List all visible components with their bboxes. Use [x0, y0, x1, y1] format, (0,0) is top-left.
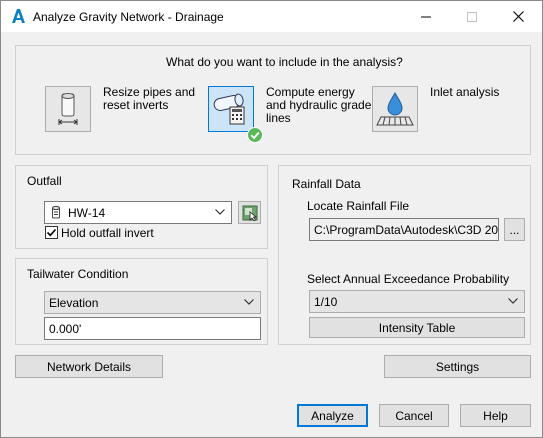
title-bar: Analyze Gravity Network - Drainage: [1, 1, 542, 32]
rainfall-data-group: Rainfall Data Locate Rainfall File C:\Pr…: [278, 165, 531, 345]
window-title: Analyze Gravity Network - Drainage: [33, 10, 224, 24]
aep-label: Select Annual Exceedance Probability: [307, 272, 510, 286]
aep-dropdown[interactable]: 1/10: [309, 290, 525, 313]
inlet-analysis-option-button[interactable]: [372, 86, 418, 132]
outfall-structure-icon: [52, 205, 60, 219]
help-button[interactable]: Help: [460, 404, 531, 427]
pick-in-drawing-icon: [242, 205, 258, 221]
chevron-down-icon: [244, 299, 254, 305]
selected-check-icon: [247, 127, 263, 143]
outfall-selected-value: HW-14: [68, 206, 106, 220]
compute-pipe-calculator-icon: [213, 93, 245, 125]
hold-outfall-invert-checkbox[interactable]: [45, 226, 58, 239]
outfall-group: Outfall HW-14 Hold outfall invert: [15, 165, 268, 249]
hold-outfall-invert-label: Hold outfall invert: [61, 226, 154, 240]
analyze-button[interactable]: Analyze: [297, 404, 368, 427]
intensity-table-button[interactable]: Intensity Table: [309, 317, 525, 338]
checkmark-icon: [46, 228, 57, 237]
close-icon: [512, 11, 524, 22]
inlet-water-drop-icon: [376, 91, 414, 126]
rainfall-file-path-value: C:\ProgramData\Autodesk\C3D 2019\: [314, 223, 499, 237]
compute-egl-hgl-option-button[interactable]: [208, 86, 254, 132]
resize-pipes-option-button[interactable]: [45, 86, 91, 132]
resize-pipes-label-line2: reset inverts: [103, 98, 169, 112]
chevron-down-icon: [215, 209, 225, 215]
tailwater-label: Tailwater Condition: [27, 267, 129, 281]
outfall-dropdown[interactable]: HW-14: [44, 201, 232, 224]
resize-pipe-icon: [58, 93, 78, 125]
autodesk-app-icon: [12, 9, 25, 23]
chevron-down-icon: [508, 298, 518, 304]
analysis-options-group: What do you want to include in the analy…: [15, 45, 531, 155]
rainfall-file-path-field[interactable]: C:\ProgramData\Autodesk\C3D 2019\: [309, 218, 499, 241]
dialog-window: Analyze Gravity Network - Drainage What …: [0, 0, 543, 438]
maximize-icon: [467, 11, 477, 22]
pick-outfall-button[interactable]: [238, 201, 261, 224]
compute-label-line3: lines: [266, 111, 291, 125]
tailwater-selected-value: Elevation: [49, 296, 99, 310]
tailwater-group: Tailwater Condition Elevation 0.000': [15, 258, 268, 345]
resize-pipes-label: Resize pipes and reset inverts: [103, 86, 195, 112]
tailwater-elevation-value: 0.000': [49, 322, 82, 336]
rainfall-data-label: Rainfall Data: [292, 177, 361, 191]
inlet-analysis-label: Inlet analysis: [430, 86, 499, 99]
minimize-icon: [421, 16, 431, 17]
maximize-button[interactable]: [449, 1, 495, 32]
network-details-button[interactable]: Network Details: [15, 355, 163, 378]
tailwater-elevation-input[interactable]: 0.000': [44, 317, 261, 340]
compute-egl-hgl-label: Compute energy and hydraulic grade lines: [266, 86, 371, 125]
tailwater-condition-dropdown[interactable]: Elevation: [44, 291, 261, 314]
analysis-question: What do you want to include in the analy…: [166, 55, 403, 69]
close-button[interactable]: [495, 1, 541, 32]
aep-selected-value: 1/10: [314, 295, 338, 309]
cancel-button[interactable]: Cancel: [379, 404, 449, 427]
locate-rainfall-file-label: Locate Rainfall File: [307, 199, 410, 213]
browse-rainfall-file-button[interactable]: ...: [504, 218, 525, 241]
inlet-label-line1: Inlet analysis: [430, 85, 500, 99]
outfall-label: Outfall: [27, 174, 62, 188]
settings-button[interactable]: Settings: [384, 355, 531, 378]
minimize-button[interactable]: [403, 1, 449, 32]
